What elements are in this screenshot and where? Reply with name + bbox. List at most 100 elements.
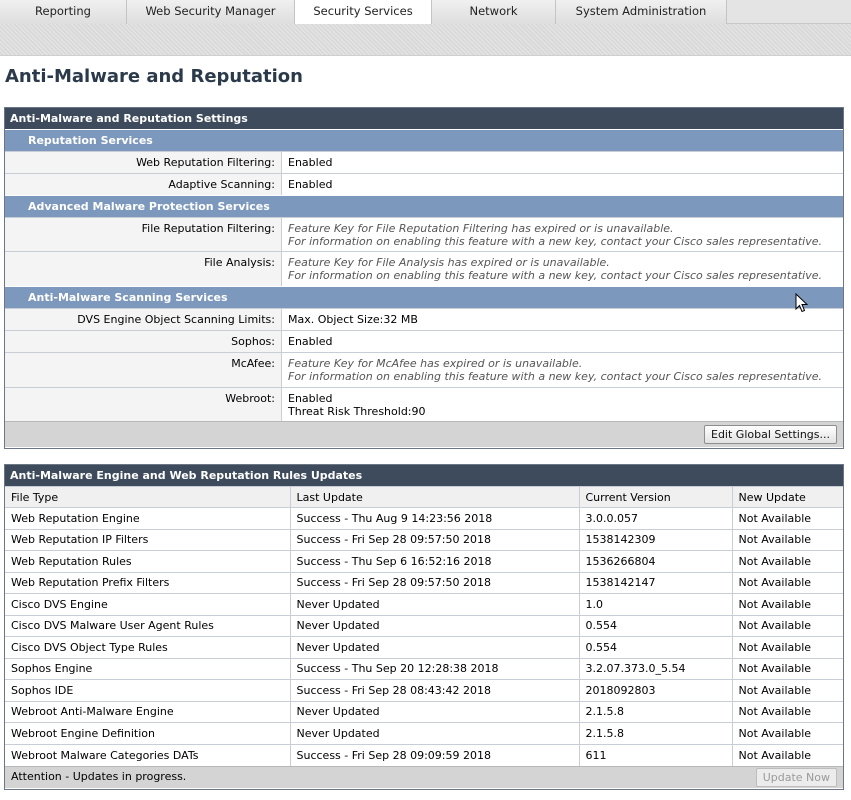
sophos-row: Sophos: Enabled: [5, 330, 843, 352]
column-header-last-update: Last Update: [290, 486, 580, 508]
webroot-label: Webroot:: [5, 388, 282, 421]
settings-panel-footer: Edit Global Settings...: [5, 421, 843, 447]
file-reputation-value: Feature Key for File Reputation Filterin…: [282, 218, 843, 251]
top-navigation: Reporting Web Security Manager Security …: [0, 0, 851, 25]
table-row: Web Reputation IP Filters Success - Fri S…: [5, 528, 843, 551]
table-row: Webroot Malware Categories DATs Success -…: [5, 743, 843, 766]
webroot-value: Enabled Threat Risk Threshold:90: [282, 388, 843, 421]
file-type-cell: Sophos Engine: [5, 657, 291, 680]
column-header-new-update: New Update: [732, 486, 843, 508]
sophos-value: Enabled: [288, 335, 333, 348]
tab-network[interactable]: Network: [432, 0, 556, 24]
current-version-cell: 3.0.0.057: [579, 507, 733, 529]
table-row: Sophos Engine Success - Thu Sep 20 12:28:…: [5, 657, 843, 680]
file-type-cell: Cisco DVS Engine: [5, 593, 291, 615]
file-reputation-label: File Reputation Filtering:: [5, 218, 282, 251]
new-update-cell: Not Available: [732, 507, 843, 529]
dvs-limits-value: Max. Object Size:32 MB: [288, 313, 418, 326]
file-type-cell: Webroot Malware Categories DATs: [5, 743, 291, 766]
last-update-cell: Never Updated: [290, 636, 580, 658]
last-update-cell: Success - Thu Sep 20 12:28:38 2018: [290, 657, 580, 680]
current-version-cell: 611: [579, 743, 733, 766]
page-title: Anti-Malware and Reputation: [5, 66, 303, 87]
new-update-cell: Not Available: [732, 571, 843, 594]
file-type-cell: Webroot Anti-Malware Engine: [5, 700, 291, 723]
mcafee-line2: For information on enabling this feature…: [288, 370, 822, 383]
file-analysis-value: Feature Key for File Analysis has expire…: [282, 252, 843, 286]
current-version-cell: 1.0: [579, 593, 733, 615]
new-update-cell: Not Available: [732, 636, 843, 658]
adaptive-scanning-row: Adaptive Scanning: Enabled: [5, 173, 843, 195]
webroot-row: Webroot: Enabled Threat Risk Threshold:9…: [5, 387, 843, 421]
updates-table: File Type Last Update Current Version Ne…: [5, 486, 843, 766]
current-version-cell: 3.2.07.373.0_5.54: [579, 657, 733, 680]
new-update-cell: Not Available: [732, 743, 843, 766]
file-analysis-row: File Analysis: Feature Key for File Anal…: [5, 251, 843, 286]
mcafee-line1: Feature Key for McAfee has expired or is…: [288, 357, 583, 370]
updates-panel: Anti-Malware Engine and Web Reputation R…: [4, 464, 844, 790]
reputation-services-heading: Reputation Services: [5, 129, 843, 151]
settings-panel-title: Anti-Malware and Reputation Settings: [5, 108, 843, 129]
table-row: Web Reputation Prefix Filters Success - F…: [5, 571, 843, 594]
new-update-cell: Not Available: [732, 700, 843, 723]
table-row: Cisco DVS Object Type Rules Never Updated…: [5, 636, 843, 658]
updates-panel-title: Anti-Malware Engine and Web Reputation R…: [5, 465, 843, 486]
file-analysis-line1: Feature Key for File Analysis has expire…: [288, 256, 610, 269]
current-version-cell: 0.554: [579, 614, 733, 637]
last-update-cell: Never Updated: [290, 722, 580, 744]
current-version-cell: 2.1.5.8: [579, 722, 733, 744]
current-version-cell: 2018092803: [579, 679, 733, 701]
table-row: Cisco DVS Malware User Agent Rules Never …: [5, 614, 843, 637]
settings-panel: Anti-Malware and Reputation Settings Rep…: [4, 107, 844, 449]
web-reputation-filtering-value: Enabled: [288, 156, 333, 169]
new-update-cell: Not Available: [732, 528, 843, 551]
last-update-cell: Success - Fri Sep 28 09:09:59 2018: [290, 743, 580, 766]
tab-security-services[interactable]: Security Services: [295, 0, 432, 25]
new-update-cell: Not Available: [732, 593, 843, 615]
last-update-cell: Never Updated: [290, 614, 580, 637]
tab-reporting[interactable]: Reporting: [0, 0, 127, 24]
table-row: Cisco DVS Engine Never Updated 1.0 Not Avai…: [5, 593, 843, 615]
tab-system-administration[interactable]: System Administration: [556, 0, 727, 24]
table-row: Webroot Anti-Malware Engine Never Updated…: [5, 700, 843, 723]
new-update-cell: Not Available: [732, 550, 843, 572]
current-version-cell: 0.554: [579, 636, 733, 658]
updates-table-header: File Type Last Update Current Version Ne…: [5, 486, 843, 508]
webroot-line2: Threat Risk Threshold:90: [288, 405, 426, 418]
current-version-cell: 2.1.5.8: [579, 700, 733, 723]
amp-services-heading: Advanced Malware Protection Services: [5, 195, 843, 217]
edit-global-settings-button[interactable]: Edit Global Settings...: [704, 425, 837, 444]
mcafee-label: McAfee:: [5, 353, 282, 387]
web-reputation-filtering-label: Web Reputation Filtering:: [5, 152, 282, 173]
file-analysis-line2: For information on enabling this feature…: [288, 269, 822, 282]
update-now-button[interactable]: Update Now: [755, 767, 837, 787]
table-row: Web Reputation Engine Success - Thu Aug 9…: [5, 507, 843, 529]
adaptive-scanning-value: Enabled: [288, 178, 333, 191]
mcafee-row: McAfee: Feature Key for McAfee has expir…: [5, 352, 843, 387]
file-reputation-line1: Feature Key for File Reputation Filterin…: [288, 222, 674, 235]
table-row: Webroot Engine Definition Never Updated 2.…: [5, 722, 843, 744]
last-update-cell: Success - Thu Sep 6 16:52:16 2018: [290, 550, 580, 572]
tab-web-security-manager[interactable]: Web Security Manager: [127, 0, 295, 24]
last-update-cell: Success - Fri Sep 28 09:57:50 2018: [290, 571, 580, 594]
new-update-cell: Not Available: [732, 657, 843, 680]
file-type-cell: Web Reputation Prefix Filters: [5, 571, 291, 594]
new-update-cell: Not Available: [732, 722, 843, 744]
mcafee-value: Feature Key for McAfee has expired or is…: [282, 353, 843, 387]
last-update-cell: Success - Fri Sep 28 09:57:50 2018: [290, 528, 580, 551]
file-type-cell: Web Reputation IP Filters: [5, 528, 291, 551]
table-row: Web Reputation Rules Success - Thu Sep 6 …: [5, 550, 843, 572]
file-reputation-row: File Reputation Filtering: Feature Key f…: [5, 217, 843, 251]
subnav-stripe: [0, 24, 851, 56]
file-type-cell: Webroot Engine Definition: [5, 722, 291, 744]
attention-message: Attention - Updates in progress.: [11, 769, 187, 783]
table-row: Sophos IDE Success - Fri Sep 28 08:43:42 …: [5, 679, 843, 701]
file-reputation-line2: For information on enabling this feature…: [288, 235, 822, 248]
column-header-current-version: Current Version: [579, 486, 733, 508]
mouse-cursor-icon: [795, 293, 809, 313]
dvs-limits-label: DVS Engine Object Scanning Limits:: [5, 309, 282, 330]
last-update-cell: Never Updated: [290, 593, 580, 615]
adaptive-scanning-label: Adaptive Scanning:: [5, 174, 282, 195]
scanning-services-heading: Anti-Malware Scanning Services: [5, 286, 843, 308]
web-reputation-filtering-row: Web Reputation Filtering: Enabled: [5, 151, 843, 173]
